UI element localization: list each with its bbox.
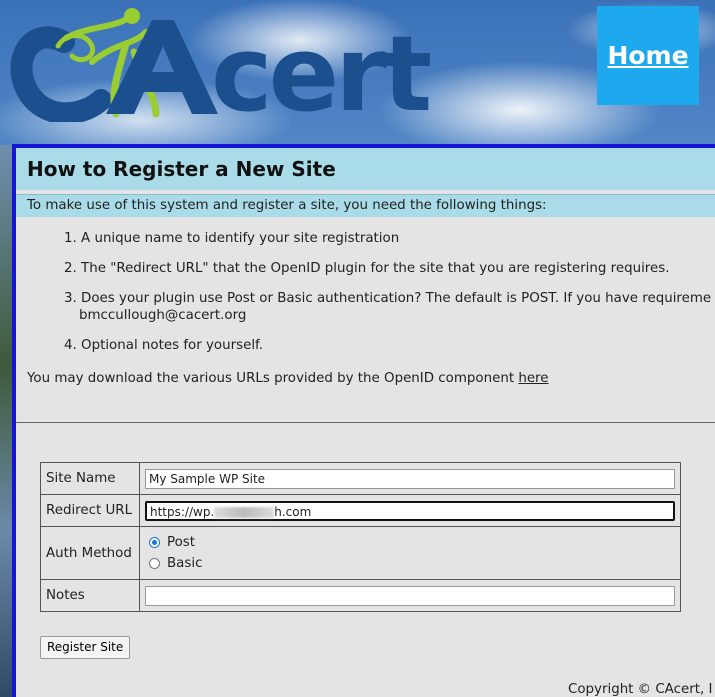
download-note: You may download the various URLs provid… <box>16 371 715 386</box>
register-form: Site Name My Sample WP Site Redirect URL… <box>40 462 681 612</box>
page-title: How to Register a New Site <box>16 148 715 190</box>
form-row-site-name: Site Name My Sample WP Site <box>40 462 681 495</box>
divider <box>16 422 715 423</box>
download-text: You may download the various URLs provid… <box>27 371 519 386</box>
post-radio-label: Post <box>167 535 196 550</box>
notes-label: Notes <box>40 579 140 612</box>
form-row-notes: Notes <box>40 579 681 612</box>
download-here-link[interactable]: here <box>518 371 548 386</box>
site-name-label: Site Name <box>40 462 140 495</box>
auth-method-label: Auth Method <box>40 526 140 580</box>
form-row-redirect-url: Redirect URL https://wp. h.com <box>40 494 681 527</box>
post-radio[interactable] <box>149 537 160 548</box>
site-name-input[interactable]: My Sample WP Site <box>145 468 675 489</box>
redirect-url-input[interactable]: https://wp. h.com <box>145 500 675 521</box>
auth-option-basic[interactable]: Basic <box>145 553 675 574</box>
home-nav-box: Home <box>597 6 699 105</box>
register-site-button[interactable]: Register Site <box>40 636 131 659</box>
logo-wordmark: cert <box>211 13 430 122</box>
register-site-panel: How to Register a New Site To make use o… <box>12 144 715 697</box>
cacert-logo: cert <box>10 8 434 122</box>
redacted-blur <box>214 506 275 518</box>
redirect-url-label: Redirect URL <box>40 494 140 527</box>
list-item: 2. The "Redirect URL" that the OpenID pl… <box>64 261 670 276</box>
auth-option-post[interactable]: Post <box>145 532 675 553</box>
contact-email: bmccullough@cacert.org <box>79 308 247 323</box>
home-link[interactable]: Home <box>607 41 688 70</box>
intro-text: To make use of this system and register … <box>16 194 715 217</box>
background-landscape <box>0 145 12 697</box>
notes-input[interactable] <box>145 585 675 606</box>
form-row-auth-method: Auth Method Post Basic <box>40 526 681 580</box>
list-item: 4. Optional notes for yourself. <box>64 338 264 353</box>
copyright-footer: Copyright © CAcert, I <box>568 682 713 697</box>
basic-radio[interactable] <box>149 558 160 569</box>
list-item: 3. Does your plugin use Post or Basic au… <box>64 290 715 324</box>
basic-radio-label: Basic <box>167 556 203 571</box>
list-item: 1. A unique name to identify your site r… <box>64 231 400 246</box>
requirements-list: 1. A unique name to identify your site r… <box>16 230 715 354</box>
